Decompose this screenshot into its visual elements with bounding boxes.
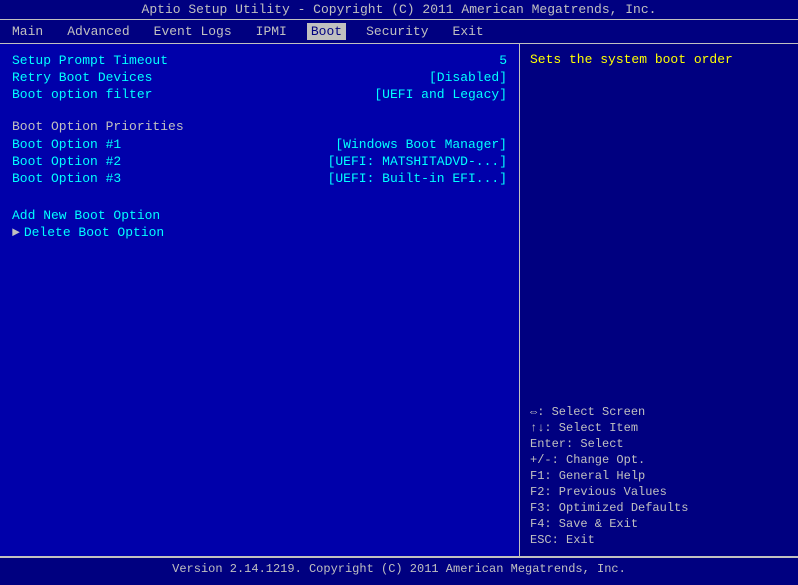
retry-boot-devices-label: Retry Boot Devices	[12, 70, 152, 85]
retry-boot-devices-item[interactable]: Retry Boot Devices [Disabled]	[12, 69, 507, 86]
key-line: ↑↓: Select Item	[530, 420, 788, 436]
boot-option-filter-label: Boot option filter	[12, 87, 152, 102]
delete-boot-option-item[interactable]: ► Delete Boot Option	[12, 224, 507, 241]
nav-item-advanced[interactable]: Advanced	[63, 23, 133, 40]
boot-option-filter-item[interactable]: Boot option filter [UEFI and Legacy]	[12, 86, 507, 103]
help-text: Sets the system boot order	[530, 52, 788, 67]
nav-item-event-logs[interactable]: Event Logs	[150, 23, 236, 40]
retry-boot-devices-value: [Disabled]	[429, 70, 507, 85]
nav-item-security[interactable]: Security	[362, 23, 432, 40]
left-panel: Setup Prompt Timeout 5 Retry Boot Device…	[0, 44, 520, 556]
delete-boot-option-label: Delete Boot Option	[24, 225, 164, 240]
boot-option-2-item[interactable]: Boot Option #2 [UEFI: MATSHITADVD-...]	[12, 153, 507, 170]
nav-item-main[interactable]: Main	[8, 23, 47, 40]
boot-option-1-item[interactable]: Boot Option #1 [Windows Boot Manager]	[12, 136, 507, 153]
boot-option-3-item[interactable]: Boot Option #3 [UEFI: Built-in EFI...]	[12, 170, 507, 187]
key-line: ⇔: Select Screen	[530, 404, 788, 420]
title-bar: Aptio Setup Utility - Copyright (C) 2011…	[0, 0, 798, 20]
boot-option-3-value: [UEFI: Built-in EFI...]	[328, 171, 507, 186]
nav-bar: Main Advanced Event Logs IPMI Boot Security Ex…	[0, 20, 798, 44]
nav-item-exit[interactable]: Exit	[449, 23, 488, 40]
key-line: F4: Save & Exit	[530, 516, 788, 532]
footer: Version 2.14.1219. Copyright (C) 2011 Am…	[0, 557, 798, 580]
boot-option-filter-value: [UEFI and Legacy]	[374, 87, 507, 102]
add-new-boot-option-label: Add New Boot Option	[12, 208, 160, 223]
title-text: Aptio Setup Utility - Copyright (C) 2011…	[142, 2, 657, 17]
setup-prompt-timeout-label: Setup Prompt Timeout	[12, 53, 168, 68]
arrow-icon: ►	[12, 225, 20, 240]
footer-text: Version 2.14.1219. Copyright (C) 2011 Am…	[172, 562, 626, 576]
key-help: ⇔: Select Screen↑↓: Select ItemEnter: Se…	[530, 404, 788, 548]
setup-prompt-timeout-item[interactable]: Setup Prompt Timeout 5	[12, 52, 507, 69]
boot-option-3-label: Boot Option #3	[12, 171, 121, 186]
right-panel: Sets the system boot order ⇔: Select Scr…	[520, 44, 798, 556]
boot-option-2-value: [UEFI: MATSHITADVD-...]	[328, 154, 507, 169]
boot-option-1-value: [Windows Boot Manager]	[335, 137, 507, 152]
key-line: ESC: Exit	[530, 532, 788, 548]
add-new-boot-option-item[interactable]: Add New Boot Option	[12, 207, 507, 224]
setup-prompt-timeout-value: 5	[499, 53, 507, 68]
key-line: F2: Previous Values	[530, 484, 788, 500]
key-line: F3: Optimized Defaults	[530, 500, 788, 516]
main-content: Setup Prompt Timeout 5 Retry Boot Device…	[0, 44, 798, 557]
key-line: Enter: Select	[530, 436, 788, 452]
boot-option-1-label: Boot Option #1	[12, 137, 121, 152]
key-line: F1: General Help	[530, 468, 788, 484]
boot-option-2-label: Boot Option #2	[12, 154, 121, 169]
nav-item-ipmi[interactable]: IPMI	[252, 23, 291, 40]
boot-option-priorities-header: Boot Option Priorities	[12, 113, 507, 136]
nav-item-boot[interactable]: Boot	[307, 23, 346, 40]
key-line: +/-: Change Opt.	[530, 452, 788, 468]
